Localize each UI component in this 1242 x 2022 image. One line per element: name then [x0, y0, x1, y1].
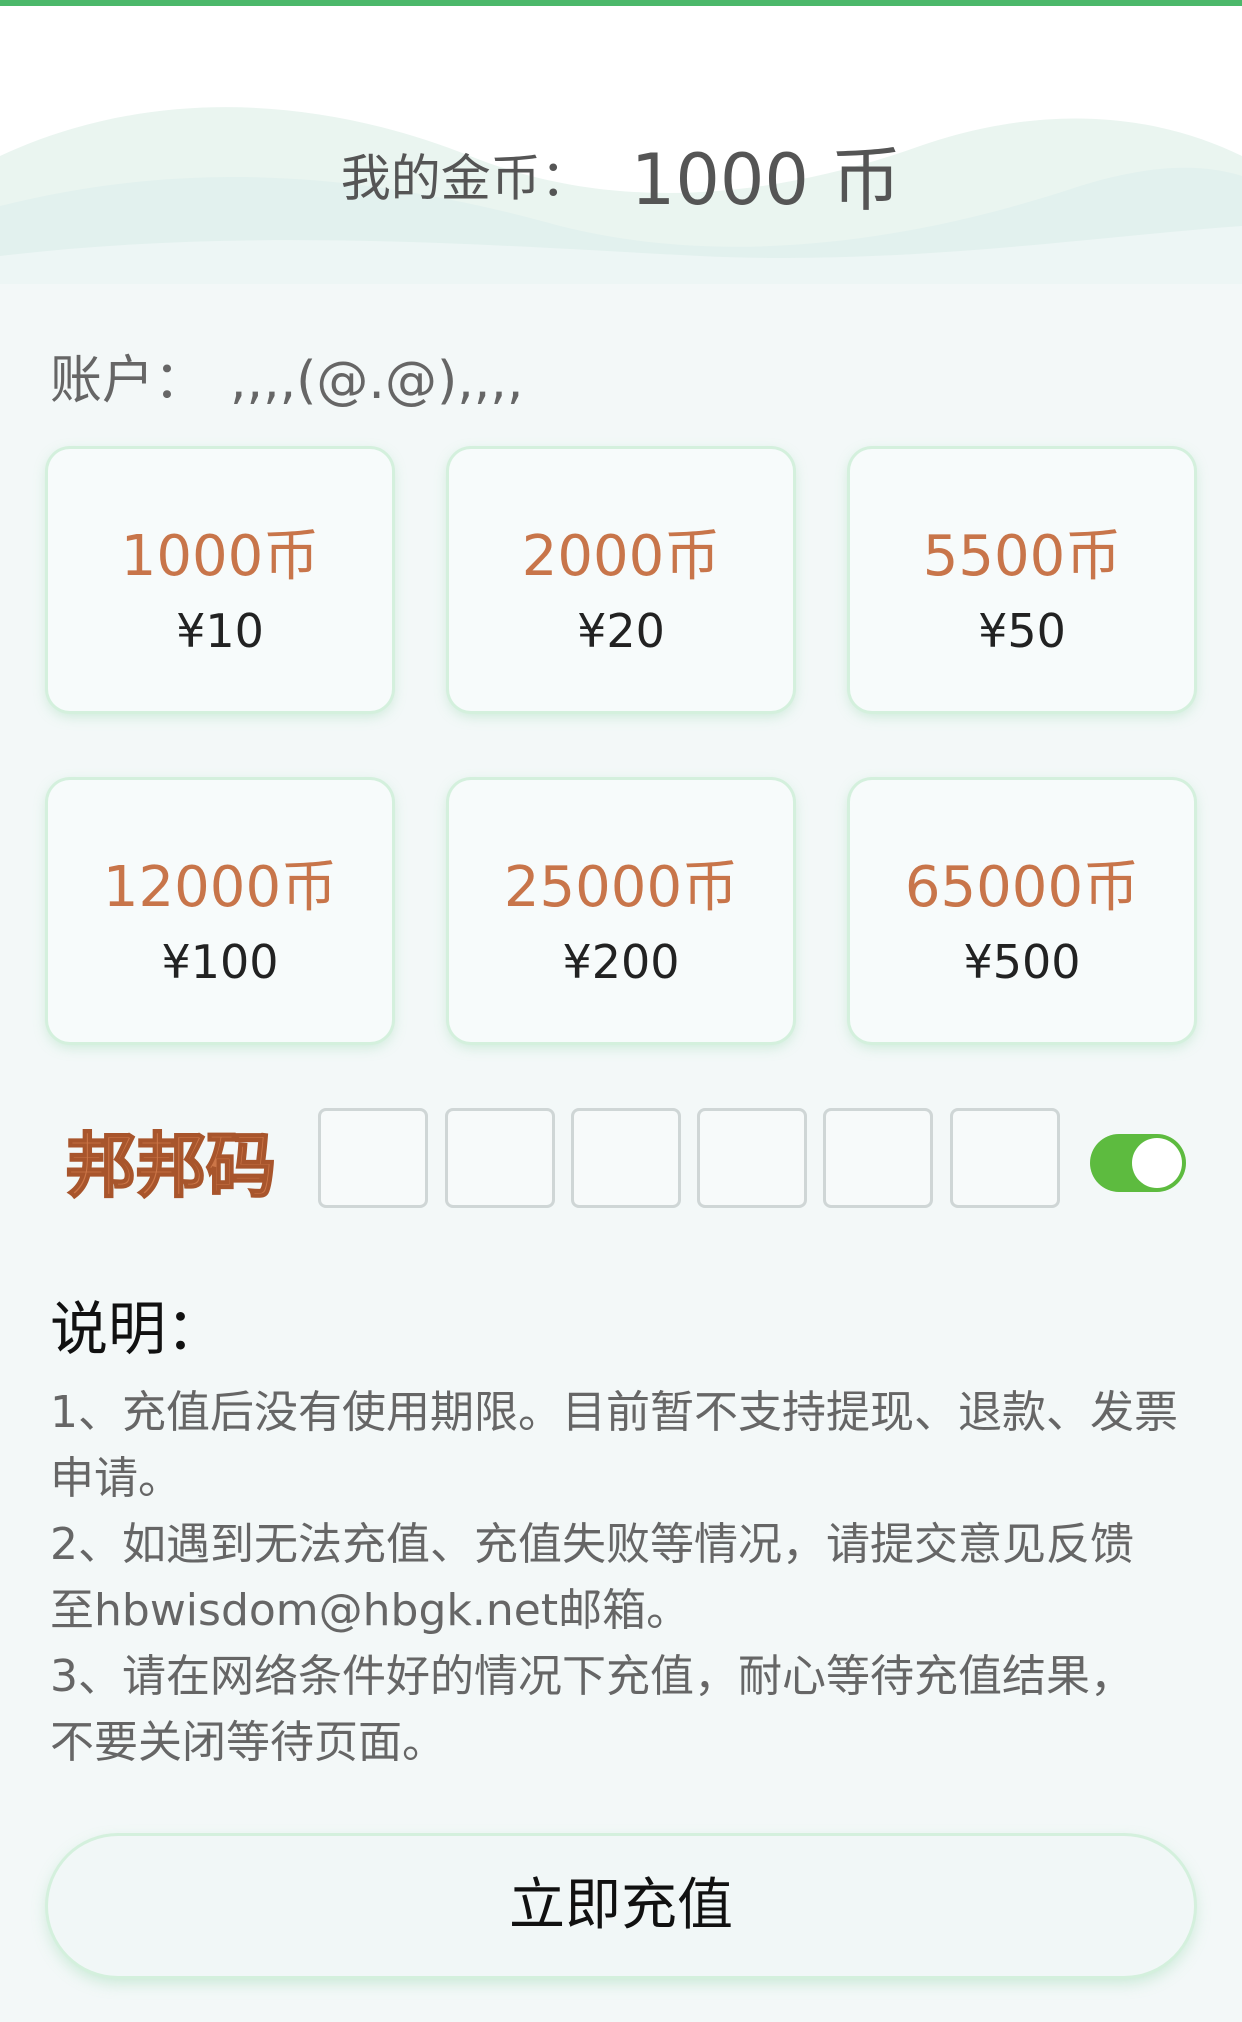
code-digit-box-3[interactable] [571, 1108, 681, 1208]
toggle-knob [1132, 1138, 1182, 1188]
instructions: 说明： 1、充值后没有使用期限。目前暂不支持提现、退款、发票 申请。 2、如遇到… [50, 1282, 1200, 1776]
code-digit-box-4[interactable] [697, 1108, 807, 1208]
package-card-1000[interactable]: 1000币 ¥10 [48, 449, 392, 711]
referral-code-label: 邦邦码 [66, 1125, 276, 1207]
package-card-5500[interactable]: 5500币 ¥50 [850, 449, 1194, 711]
package-grid: 1000币 ¥10 2000币 ¥20 5500币 ¥50 12000币 ¥10… [0, 0, 1242, 1042]
package-price: ¥100 [161, 935, 279, 989]
package-card-2000[interactable]: 2000币 ¥20 [449, 449, 793, 711]
code-digit-box-2[interactable] [445, 1108, 555, 1208]
balance-header: 我的金币： 1000 币 [0, 6, 1242, 284]
balance-label: 我的金币： [340, 149, 591, 208]
package-coins: 65000币 [904, 855, 1140, 920]
referral-code-toggle[interactable] [1090, 1134, 1186, 1192]
package-coins: 5500币 [922, 524, 1122, 589]
instructions-line: 至hbwisdom@hbgk.net邮箱。 [50, 1585, 691, 1636]
referral-code-row: 邦邦码 [0, 1100, 1242, 1220]
package-price: ¥500 [963, 935, 1081, 989]
instructions-line: 不要关闭等待页面。 [50, 1717, 446, 1768]
package-coins: 12000币 [102, 855, 338, 920]
package-card-25000[interactable]: 25000币 ¥200 [449, 780, 793, 1042]
package-price: ¥20 [577, 604, 665, 658]
package-price: ¥10 [176, 604, 264, 658]
code-digit-box-5[interactable] [823, 1108, 933, 1208]
package-price: ¥200 [562, 935, 680, 989]
package-coins: 25000币 [503, 855, 739, 920]
account-label: 账户： [50, 351, 207, 411]
code-digit-box-6[interactable] [950, 1108, 1060, 1208]
instructions-line: 2、如遇到无法充值、充值失败等情况，请提交意见反馈 [50, 1519, 1134, 1570]
instructions-line: 3、请在网络条件好的情况下充值，耐心等待充值结果， [50, 1651, 1134, 1702]
instructions-line: 申请。 [50, 1453, 182, 1504]
balance-display: 我的金币： 1000 币 [0, 124, 1242, 225]
package-coins: 2000币 [521, 524, 721, 589]
package-coins: 1000币 [120, 524, 320, 589]
referral-code-logo: 邦邦码 [65, 1124, 277, 1208]
balance-value: 1000 币 [630, 139, 902, 221]
instructions-line: 1、充值后没有使用期限。目前暂不支持提现、退款、发票 [50, 1387, 1178, 1438]
code-digit-box-1[interactable] [318, 1108, 428, 1208]
package-card-12000[interactable]: 12000币 ¥100 [48, 780, 392, 1042]
account-info: 账户： ,,,,(@.@),,,, [50, 338, 523, 413]
package-price: ¥50 [978, 604, 1066, 658]
account-name: ,,,,(@.@),,,, [230, 351, 524, 411]
instructions-title: 说明： [50, 1295, 225, 1363]
package-card-65000[interactable]: 65000币 ¥500 [850, 780, 1194, 1042]
recharge-now-button[interactable]: 立即充值 [48, 1836, 1194, 1976]
